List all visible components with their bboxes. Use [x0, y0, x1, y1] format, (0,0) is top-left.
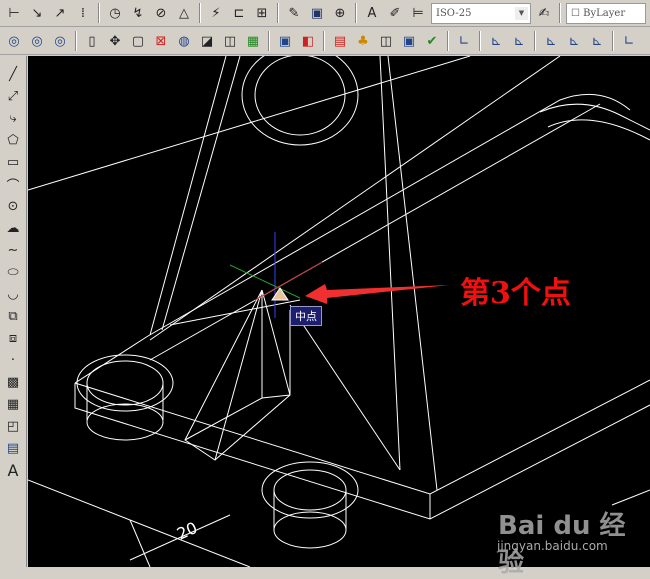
osnap-tooltip: 中点: [290, 306, 322, 326]
dimension-text: 20: [174, 518, 200, 544]
ucs-y-axis: [229, 264, 301, 299]
annotation-label: 第3个点: [460, 276, 571, 311]
watermark-url: jingyan.baidu.com: [497, 539, 608, 553]
arrow-annotation: [305, 284, 450, 304]
